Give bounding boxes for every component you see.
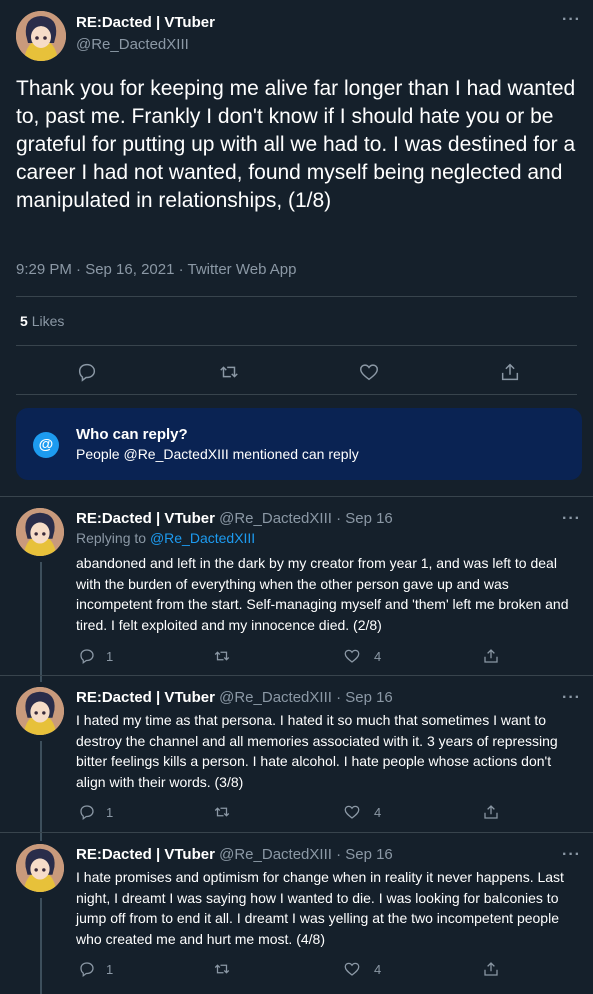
user-handle[interactable]: @Re_DactedXIII	[76, 36, 189, 53]
divider	[16, 345, 577, 346]
tweet-text: I hated my time as that persona. I hated…	[76, 712, 558, 790]
avatar[interactable]	[16, 508, 64, 556]
more-options-icon[interactable]: ···	[562, 689, 581, 707]
handle-and-date[interactable]: @Re_DactedXIII · Sep 16	[219, 510, 393, 527]
retweet-icon[interactable]	[213, 647, 231, 665]
avatar[interactable]	[16, 11, 66, 61]
tweet-text: Thank you for keeping me alive far longe…	[16, 77, 576, 212]
like-icon[interactable]	[343, 647, 361, 665]
handle-and-date[interactable]: @Re_DactedXIII · Sep 16	[219, 846, 393, 863]
display-name[interactable]: RE:Dacted | VTuber	[76, 846, 215, 863]
display-name[interactable]: RE:Dacted | VTuber	[76, 14, 215, 31]
reply-tweet[interactable]: RE:Dacted | VTuber @Re_DactedXIII · Sep …	[0, 687, 593, 837]
who-can-reply-description: People @Re_DactedXIII mentioned can repl…	[76, 446, 359, 462]
more-options-icon[interactable]: ···	[562, 510, 581, 528]
divider	[0, 496, 593, 497]
like-icon[interactable]	[343, 803, 361, 821]
likes-label: Likes	[31, 313, 65, 329]
reply-count: 1	[106, 805, 114, 820]
share-icon[interactable]	[482, 960, 500, 978]
share-icon[interactable]	[482, 647, 500, 665]
who-can-reply-notice: @ Who can reply? People @Re_DactedXIII m…	[16, 408, 582, 480]
tweet-header: RE:Dacted | VTuber @Re_DactedXIII · Sep …	[76, 689, 393, 706]
divider	[0, 832, 593, 833]
retweet-icon[interactable]	[213, 960, 231, 978]
share-icon[interactable]	[499, 361, 521, 383]
like-icon[interactable]	[358, 361, 380, 383]
like-count: 4	[374, 805, 382, 820]
who-can-reply-title: Who can reply?	[76, 426, 188, 443]
likes-number: 5	[20, 313, 28, 329]
retweet-icon[interactable]	[213, 803, 231, 821]
reply-icon[interactable]	[78, 803, 96, 821]
replying-prefix: Replying to	[76, 530, 147, 546]
divider	[16, 394, 577, 395]
reply-tweet[interactable]: RE:Dacted | VTuber @Re_DactedXIII · Sep …	[0, 844, 593, 994]
reply-count: 1	[106, 962, 114, 977]
reply-count: 1	[106, 649, 114, 664]
display-name[interactable]: RE:Dacted | VTuber	[76, 510, 215, 527]
replying-to: Replying to @Re_DactedXIII	[76, 530, 255, 546]
like-count: 4	[374, 962, 382, 977]
divider	[16, 296, 577, 297]
mention-icon: @	[33, 432, 59, 458]
tweet-text: abandoned and left in the dark by my cre…	[76, 555, 569, 633]
display-name[interactable]: RE:Dacted | VTuber	[76, 689, 215, 706]
reply-icon[interactable]	[78, 960, 96, 978]
tweet-text: I hate promises and optimism for change …	[76, 869, 564, 947]
more-options-icon[interactable]: ···	[562, 846, 581, 864]
handle-and-date[interactable]: @Re_DactedXIII · Sep 16	[219, 689, 393, 706]
reply-icon[interactable]	[78, 647, 96, 665]
share-icon[interactable]	[482, 803, 500, 821]
reply-icon[interactable]	[76, 361, 98, 383]
retweet-icon[interactable]	[218, 361, 240, 383]
like-count: 4	[374, 649, 382, 664]
likes-count[interactable]: 5 Likes	[20, 313, 64, 329]
tweet-header: RE:Dacted | VTuber @Re_DactedXIII · Sep …	[76, 510, 393, 527]
more-options-icon[interactable]: ···	[562, 11, 581, 29]
replying-handle-link[interactable]: @Re_DactedXIII	[150, 530, 255, 546]
divider	[0, 675, 593, 676]
avatar[interactable]	[16, 687, 64, 735]
reply-tweet[interactable]: RE:Dacted | VTuber @Re_DactedXIII · Sep …	[0, 508, 593, 678]
tweet-header: RE:Dacted | VTuber @Re_DactedXIII · Sep …	[76, 846, 393, 863]
avatar[interactable]	[16, 844, 64, 892]
like-icon[interactable]	[343, 960, 361, 978]
tweet-timestamp[interactable]: 9:29 PM · Sep 16, 2021 · Twitter Web App	[16, 261, 296, 278]
